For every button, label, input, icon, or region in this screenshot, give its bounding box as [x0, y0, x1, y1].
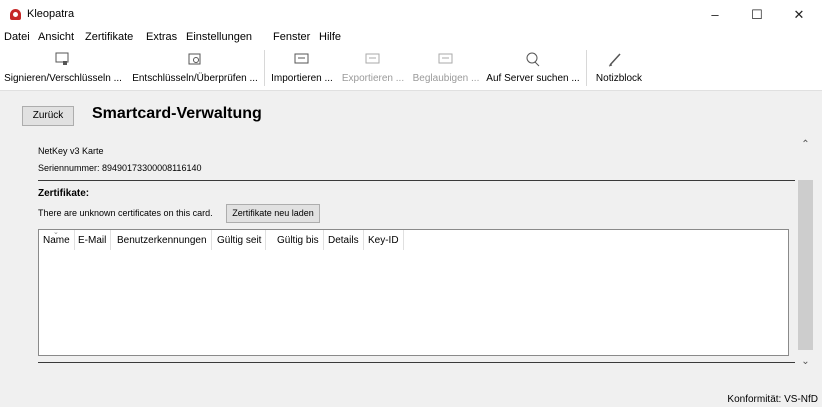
import-button[interactable]: Importieren ... [268, 46, 336, 90]
certify-button[interactable]: Beglaubigen ... [410, 46, 482, 90]
toolbar-separator [264, 50, 265, 86]
decrypt-verify-label: Entschlüsseln/Überprüfen ... [132, 73, 258, 84]
menu-hilfe[interactable]: Hilfe [319, 31, 341, 43]
notepad-label: Notizblock [595, 73, 643, 84]
window-title: Kleopatra [27, 8, 75, 20]
export-label: Exportieren ... [341, 73, 405, 84]
column-valid-from[interactable]: Gültig seit [213, 230, 267, 250]
column-user-ids[interactable]: Benutzerkennungen [113, 230, 212, 250]
certificates-table[interactable]: ⌄ Name E-Mail Benutzerkennungen Gültig s… [38, 229, 789, 356]
sign-encrypt-button[interactable]: Signieren/Verschlüsseln ... [0, 46, 126, 90]
column-details[interactable]: Details [324, 230, 364, 250]
import-label: Importieren ... [271, 73, 333, 84]
maximize-button[interactable]: ☐ [742, 4, 772, 26]
menu-zertifikate[interactable]: Zertifikate [85, 31, 133, 43]
column-valid-until[interactable]: Gültig bis [273, 230, 324, 250]
search-icon [526, 52, 540, 67]
notepad-icon [608, 53, 621, 67]
close-button[interactable]: ✕ [784, 4, 814, 26]
scroll-up-icon[interactable]: ⌃ [797, 137, 814, 153]
scroll-thumb[interactable] [798, 180, 813, 350]
title-bar: Kleopatra – ☐ ✕ [0, 0, 822, 30]
decrypt-verify-button[interactable]: Entschlüsseln/Überprüfen ... [129, 46, 261, 90]
vertical-scrollbar[interactable]: ⌃ ⌄ [797, 137, 814, 370]
menu-ansicht[interactable]: Ansicht [38, 31, 74, 43]
serial-number: Seriennummer: 89490173300008116140 [38, 163, 202, 173]
minimize-button[interactable]: – [700, 4, 730, 26]
toolbar-separator [586, 50, 587, 86]
column-key-id[interactable]: Key-ID [364, 230, 404, 250]
decrypt-verify-icon [188, 53, 201, 65]
menu-bar: Datei Ansicht Zertifikate Extras Einstel… [0, 30, 822, 46]
back-button[interactable]: Zurück [22, 106, 74, 126]
divider [38, 180, 795, 181]
certify-icon [438, 53, 453, 64]
menu-extras[interactable]: Extras [146, 31, 177, 43]
sign-encrypt-icon [55, 52, 69, 65]
certify-label: Beglaubigen ... [412, 73, 480, 84]
sign-encrypt-label: Signieren/Verschlüsseln ... [4, 73, 122, 84]
menu-datei[interactable]: Datei [4, 31, 30, 43]
lookup-server-button[interactable]: Auf Server suchen ... [484, 46, 582, 90]
menu-einstellungen[interactable]: Einstellungen [186, 31, 252, 43]
page-title: Smartcard-Verwaltung [92, 105, 262, 122]
certificates-heading: Zertifikate: [38, 188, 90, 199]
menu-fenster[interactable]: Fenster [273, 31, 310, 43]
card-name: NetKey v3 Karte [38, 146, 104, 156]
export-icon [365, 53, 380, 64]
divider [38, 362, 795, 363]
notepad-button[interactable]: Notizblock [590, 46, 648, 90]
toolbar: Signieren/Verschlüsseln ... Entschlüssel… [0, 46, 822, 91]
compliance-status: Konformität: VS-NfD [727, 394, 818, 405]
kleopatra-logo-icon [10, 9, 21, 20]
column-email[interactable]: E-Mail [74, 230, 112, 250]
lookup-server-label: Auf Server suchen ... [486, 73, 580, 84]
unknown-certs-notice: There are unknown certificates on this c… [38, 208, 213, 218]
reload-certificates-button[interactable]: Zertifikate neu laden [226, 204, 320, 223]
import-icon [294, 53, 309, 64]
scroll-down-icon[interactable]: ⌄ [797, 354, 814, 370]
column-name[interactable]: Name [39, 230, 75, 250]
export-button[interactable]: Exportieren ... [338, 46, 408, 90]
